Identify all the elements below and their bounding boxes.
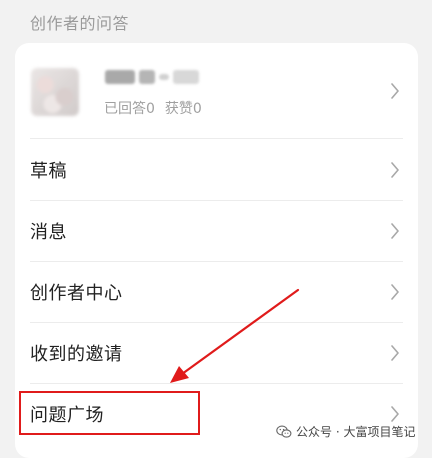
creator-qa-card: 已回答0 获赞0 草稿 消息 创作者中心 收到的邀请 问题广场 [15, 43, 418, 458]
chevron-right-icon [390, 405, 400, 422]
chevron-right-icon [390, 283, 400, 300]
chevron-right-icon [390, 344, 400, 361]
menu-item-label: 问题广场 [30, 404, 104, 426]
chevron-right-icon [390, 222, 400, 239]
blurred-user-name [105, 68, 221, 86]
menu-item-label: 收到的邀请 [30, 343, 123, 365]
watermark-text: 公众号 · 大富项目笔记 [296, 425, 416, 439]
menu-item-creator-center[interactable]: 创作者中心 [15, 261, 418, 322]
menu-item-received-invitations[interactable]: 收到的邀请 [15, 322, 418, 383]
wechat-icon [276, 425, 292, 438]
answered-count: 已回答0 [104, 101, 155, 117]
menu-item-messages[interactable]: 消息 [15, 200, 418, 261]
menu-item-drafts[interactable]: 草稿 [15, 139, 418, 200]
profile-row[interactable]: 已回答0 获赞0 [15, 43, 418, 138]
menu-item-label: 创作者中心 [30, 282, 123, 304]
avatar[interactable] [31, 68, 79, 116]
watermark: 公众号 · 大富项目笔记 [276, 423, 415, 440]
chevron-right-icon [390, 161, 400, 178]
likes-count: 获赞0 [164, 101, 202, 117]
chevron-right-icon [390, 82, 400, 99]
profile-stats: 已回答0 获赞0 [104, 98, 202, 118]
menu-item-label: 草稿 [30, 160, 67, 182]
section-title: 创作者的问答 [30, 14, 130, 33]
menu-item-label: 消息 [30, 221, 67, 243]
